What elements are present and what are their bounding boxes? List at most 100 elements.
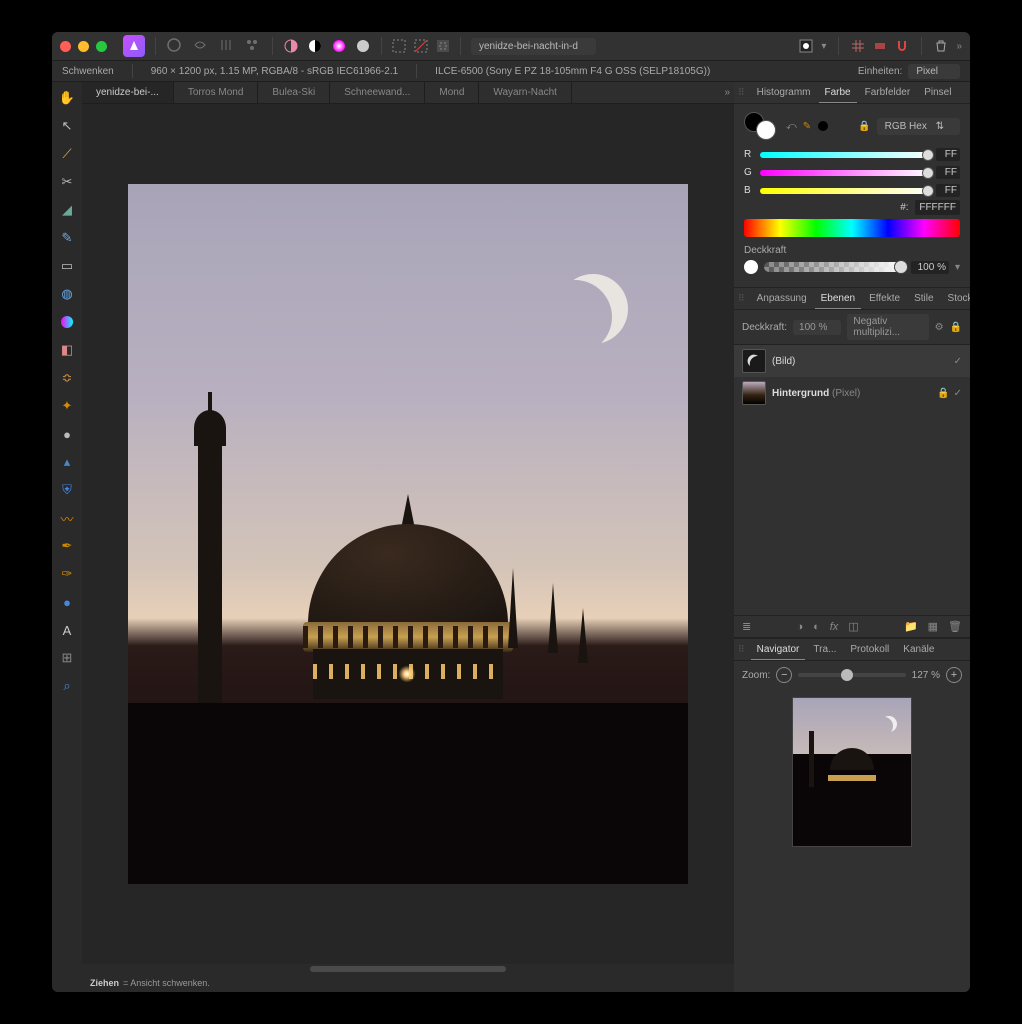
visibility-check-icon[interactable]: ✓: [954, 356, 962, 367]
visibility-check-icon[interactable]: ✓: [954, 388, 962, 399]
bw-icon[interactable]: [307, 38, 323, 54]
opacity-chevron-icon[interactable]: ▾: [955, 262, 960, 273]
selection-brush-tool[interactable]: ◢: [55, 198, 79, 222]
layer-row[interactable]: Hintergrund (Pixel) 🔒 ✓: [734, 377, 970, 409]
zoom-tool[interactable]: ⌕: [55, 674, 79, 698]
canvas-viewport[interactable]: [82, 104, 734, 964]
zoom-slider[interactable]: [798, 673, 905, 677]
color-wheel-icon[interactable]: [331, 38, 347, 54]
tabs-overflow-icon[interactable]: »: [724, 87, 730, 98]
adjustment-layer-icon[interactable]: ◐: [813, 621, 820, 633]
color-mode-select[interactable]: RGB Hex ⇅: [877, 118, 960, 135]
magnet-icon[interactable]: [895, 39, 909, 53]
layer-row[interactable]: (Bild) ✓: [734, 345, 970, 377]
overflow-icon[interactable]: »: [956, 41, 962, 52]
document-select[interactable]: yenidze-bei-nacht-in-d: [471, 38, 596, 55]
doc-tab-0[interactable]: yenidze-bei-...: [82, 82, 174, 103]
lock-all-icon[interactable]: 🔒: [950, 322, 962, 333]
healing-tool[interactable]: ⛨: [55, 478, 79, 502]
horizontal-scrollbar[interactable]: [82, 964, 734, 974]
color-picker-tool[interactable]: ⟋: [55, 142, 79, 166]
tab-effects[interactable]: Effekte: [863, 288, 906, 309]
lock-icon[interactable]: 🔒: [858, 121, 870, 132]
b-slider[interactable]: [760, 188, 930, 194]
lock-icon[interactable]: 🔒: [937, 388, 949, 399]
tab-color[interactable]: Farbe: [819, 82, 857, 103]
panel-handle-icon[interactable]: ⠿: [738, 644, 745, 655]
hex-value[interactable]: FFFFFF: [915, 200, 960, 215]
new-layer-icon[interactable]: ▦: [928, 620, 938, 633]
color-swatches[interactable]: [744, 112, 780, 140]
g-slider[interactable]: [760, 170, 930, 176]
close-window-button[interactable]: [60, 41, 71, 52]
pen-tool[interactable]: ✒: [55, 534, 79, 558]
export-persona-icon[interactable]: [244, 37, 262, 55]
navigator-preview[interactable]: [734, 689, 970, 859]
mesh-tool[interactable]: ⊞: [55, 646, 79, 670]
b-value[interactable]: FF: [936, 184, 960, 197]
tab-stock[interactable]: Stock: [942, 288, 970, 309]
doc-tab-1[interactable]: Torros Mond: [174, 82, 259, 103]
r-slider[interactable]: [760, 152, 930, 158]
maximize-window-button[interactable]: [96, 41, 107, 52]
tab-channels[interactable]: Kanäle: [897, 639, 940, 660]
mask-icon[interactable]: [799, 39, 813, 53]
liquify-persona-icon[interactable]: [192, 37, 210, 55]
trash-icon[interactable]: [934, 39, 948, 53]
tab-brushes[interactable]: Pinsel: [918, 82, 957, 103]
r-value[interactable]: FF: [936, 148, 960, 161]
g-value[interactable]: FF: [936, 166, 960, 179]
zoom-in-button[interactable]: +: [946, 667, 962, 683]
brush-tool[interactable]: ✎: [55, 226, 79, 250]
tab-swatches[interactable]: Farbfelder: [859, 82, 917, 103]
hand-tool[interactable]: ✋: [55, 86, 79, 110]
adjustment-icon[interactable]: [283, 38, 299, 54]
tab-transform[interactable]: Tra...: [807, 639, 842, 660]
folder-icon[interactable]: 📁: [904, 620, 918, 633]
swap-colors-icon[interactable]: ⤺: [786, 121, 797, 132]
zoom-out-button[interactable]: −: [776, 667, 792, 683]
tab-adjustments[interactable]: Anpassung: [751, 288, 813, 309]
opacity-value[interactable]: 100 %: [911, 261, 949, 274]
deselect-icon[interactable]: [414, 39, 428, 53]
eraser-tool[interactable]: ◧: [55, 338, 79, 362]
units-select[interactable]: Pixel: [908, 64, 960, 79]
spectrum-picker[interactable]: [744, 219, 960, 237]
sphere-icon[interactable]: [355, 38, 371, 54]
layer-opacity-select[interactable]: 100 %: [793, 320, 841, 335]
crop-tool[interactable]: ✂: [55, 170, 79, 194]
grid-icon[interactable]: [851, 39, 865, 53]
gradient-tool[interactable]: [55, 310, 79, 334]
panel-handle-icon[interactable]: ⠿: [738, 87, 745, 98]
layer-stack-icon[interactable]: ≣: [742, 620, 751, 633]
marquee-tool[interactable]: ▭: [55, 254, 79, 278]
tab-styles[interactable]: Stile: [908, 288, 939, 309]
snap-icon[interactable]: [873, 39, 887, 53]
doc-tab-2[interactable]: Bulea-Ski: [258, 82, 330, 103]
zoom-value[interactable]: 127 %: [912, 670, 940, 681]
move-tool[interactable]: ↖: [55, 114, 79, 138]
blend-mode-select[interactable]: Negativ multiplizi...: [847, 314, 928, 340]
shape-tool[interactable]: ●: [55, 590, 79, 614]
flood-fill-tool[interactable]: ◍: [55, 282, 79, 306]
tab-histogram[interactable]: Histogramm: [751, 82, 817, 103]
tab-history[interactable]: Protokoll: [844, 639, 895, 660]
tab-navigator[interactable]: Navigator: [751, 639, 806, 660]
doc-tab-4[interactable]: Mond: [425, 82, 479, 103]
fx-icon[interactable]: fx: [830, 621, 839, 633]
minimize-window-button[interactable]: [78, 41, 89, 52]
delete-layer-icon[interactable]: 🗑: [948, 620, 962, 633]
mask-layer-icon[interactable]: ◑: [796, 621, 803, 633]
doc-tab-3[interactable]: Schneewand...: [330, 82, 425, 103]
paint-brush-tool[interactable]: 〰: [55, 506, 79, 530]
invert-sel-icon[interactable]: [436, 39, 450, 53]
tab-layers[interactable]: Ebenen: [815, 288, 861, 309]
text-tool[interactable]: A: [55, 618, 79, 642]
vector-pen-tool[interactable]: ✑: [55, 562, 79, 586]
opacity-slider[interactable]: [764, 262, 905, 272]
photo-persona-icon[interactable]: [166, 37, 184, 55]
panel-handle-icon[interactable]: ⠿: [738, 293, 745, 304]
sponge-tool[interactable]: ▴: [55, 450, 79, 474]
clone-tool[interactable]: ≎: [55, 366, 79, 390]
crop-layer-icon[interactable]: ◫: [848, 620, 858, 633]
